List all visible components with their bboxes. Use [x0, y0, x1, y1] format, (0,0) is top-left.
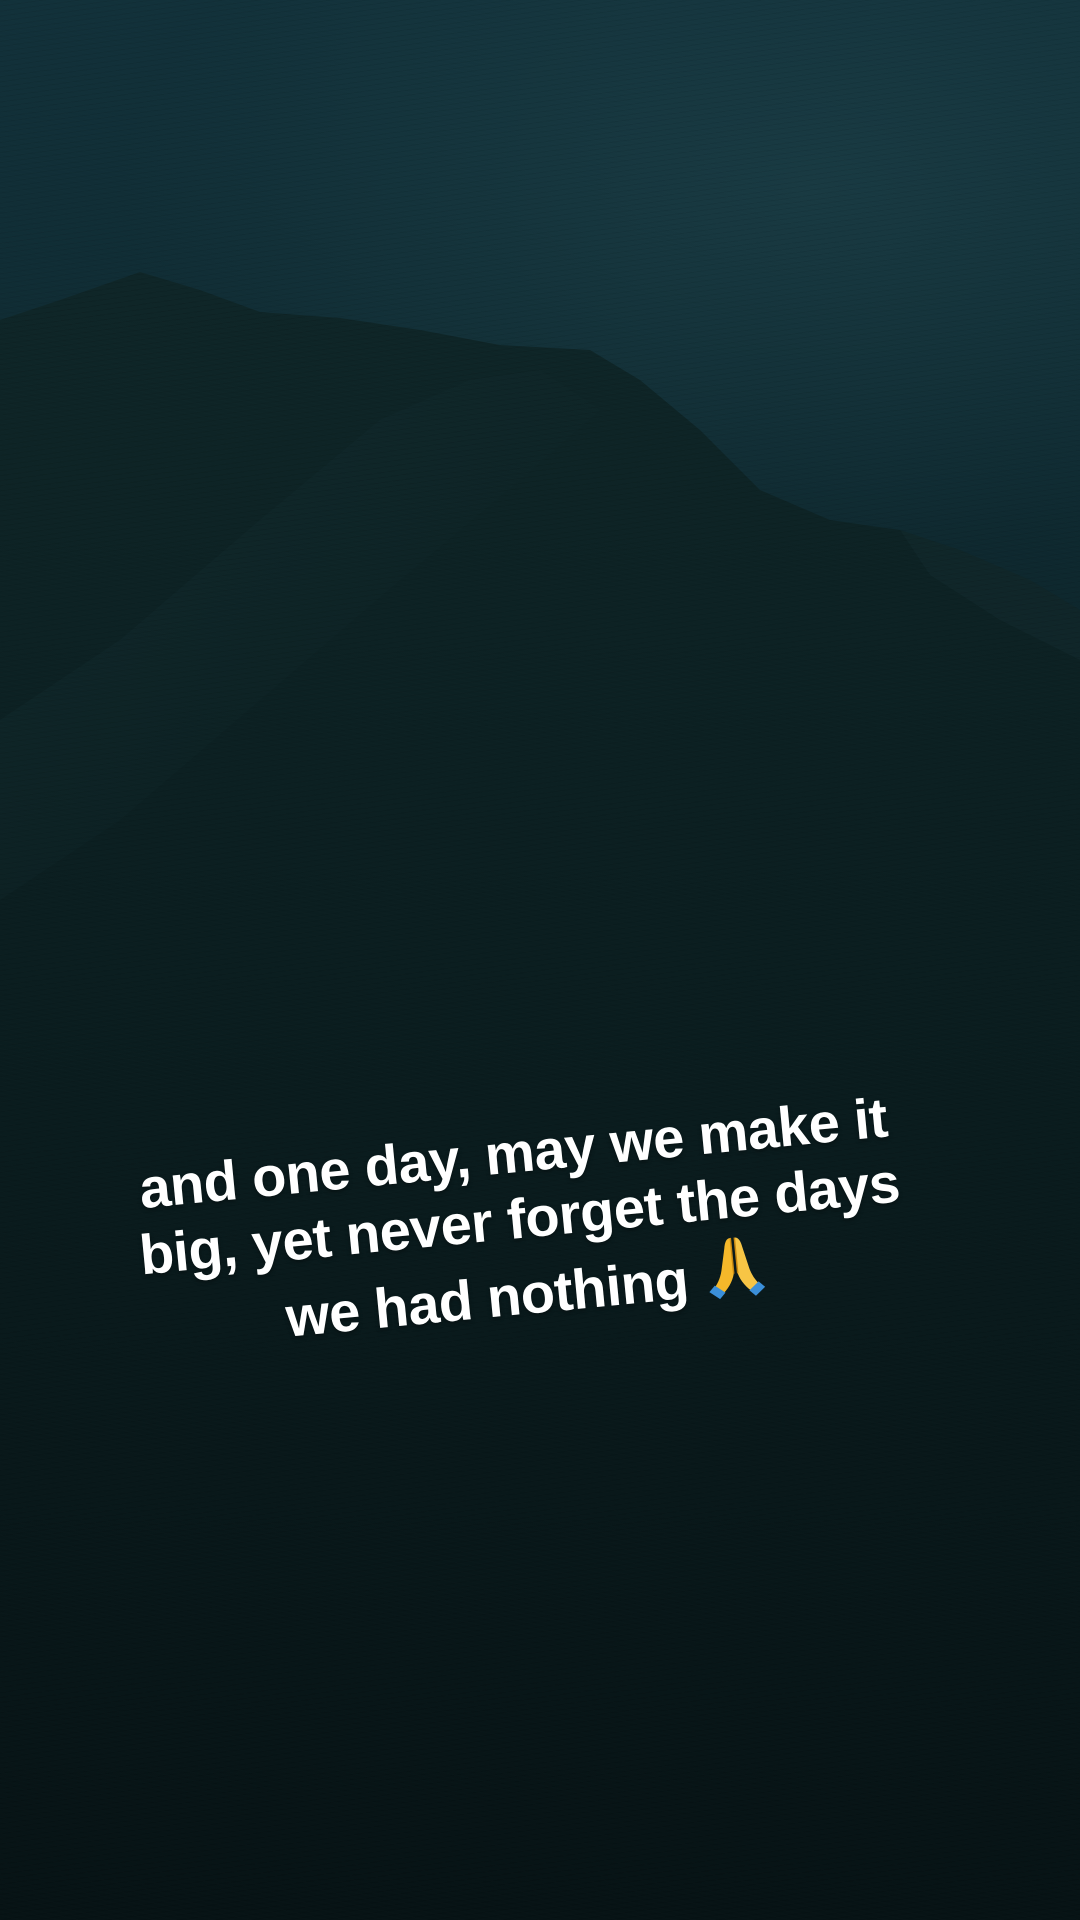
film-grain-overlay [0, 0, 1080, 1920]
video-frame[interactable]: and one day, may we make it big, yet nev… [0, 0, 1080, 1920]
pray-icon [709, 1237, 765, 1300]
